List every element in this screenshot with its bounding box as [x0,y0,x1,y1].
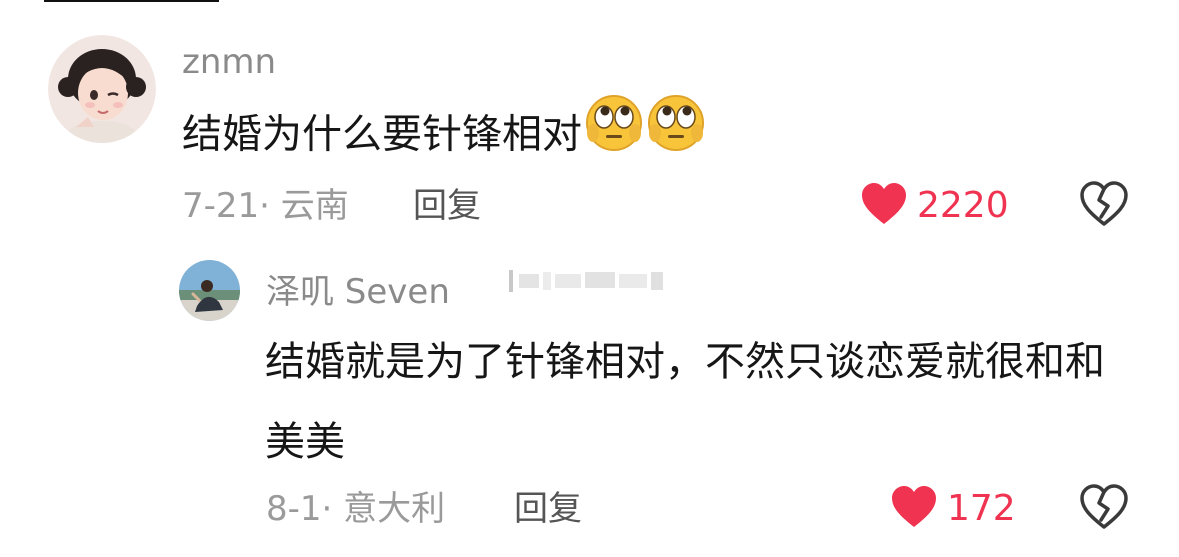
face-with-rolling-eyes-icon [584,93,644,180]
like-count[interactable]: 172 [947,489,1016,529]
comment-text: 结婚为什么要针锋相对 [182,93,706,180]
avatar[interactable] [179,260,240,321]
tab-underline [44,0,219,2]
comment-text: 结婚就是为了针锋相对，不然只谈恋爱就很和和美美 [265,339,1105,465]
avatar[interactable] [48,35,156,143]
heart-icon[interactable] [860,182,908,226]
heart-icon[interactable] [890,485,938,529]
comment-text-body: 结婚为什么要针锋相对 [182,111,582,158]
comment-username[interactable]: 泽叽 Seven [266,272,450,312]
face-with-rolling-eyes-icon [646,93,706,180]
broken-heart-icon[interactable] [1079,484,1129,530]
reply-button[interactable]: 回复 [514,489,582,529]
like-count[interactable]: 2220 [917,186,1009,226]
reply-button[interactable]: 回复 [413,186,481,226]
broken-heart-icon[interactable] [1079,181,1129,227]
comment-meta: 8-1· 意大利 [266,489,446,529]
comment-meta: 7-21· 云南 [182,186,349,226]
obscured-region [495,262,670,296]
comment-username[interactable]: znmn [182,42,276,82]
